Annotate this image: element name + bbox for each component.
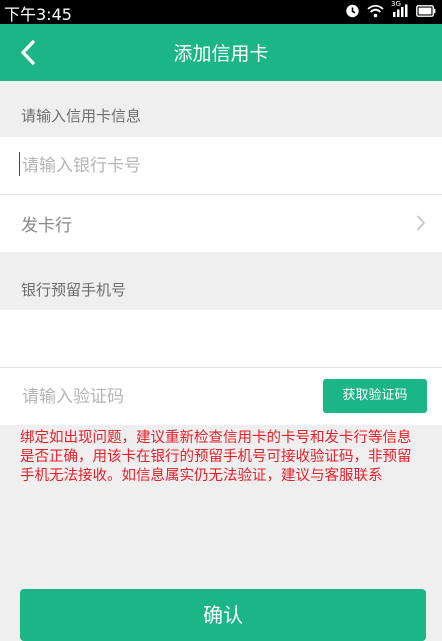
issuer-row[interactable]: 发卡行 <box>0 195 442 252</box>
signal-3g-icon: 3G <box>391 0 409 18</box>
status-bar: 下午3:45 3G <box>0 0 442 24</box>
page-title: 添加信用卡 <box>173 43 269 65</box>
card-number-input[interactable] <box>20 151 404 181</box>
issuer-label: 发卡行 <box>21 216 72 236</box>
confirm-button[interactable]: 确认 <box>20 589 426 641</box>
status-icons: 3G <box>345 0 436 18</box>
phone-input[interactable] <box>20 324 404 354</box>
verification-code-row: 获取验证码 <box>0 368 442 425</box>
get-code-button[interactable]: 获取验证码 <box>323 379 427 413</box>
wifi-icon <box>367 4 384 17</box>
verification-code-input[interactable] <box>20 382 304 412</box>
battery-icon <box>416 4 436 17</box>
chevron-right-icon <box>417 215 425 231</box>
status-time: 下午3:45 <box>4 5 72 24</box>
phone-section-label: 银行预留手机号 <box>21 281 127 299</box>
card-section-label: 请输入信用卡信息 <box>21 107 142 125</box>
binding-notice: 绑定如出现问题，建议重新检查信用卡的卡号和发卡行等信息是否正确，用该卡在银行的预… <box>20 430 412 484</box>
text-cursor <box>19 152 20 176</box>
alarm-icon <box>346 4 359 18</box>
card-number-row <box>0 137 442 195</box>
header-bar: 添加信用卡 <box>0 24 442 81</box>
phone-row <box>0 310 442 368</box>
